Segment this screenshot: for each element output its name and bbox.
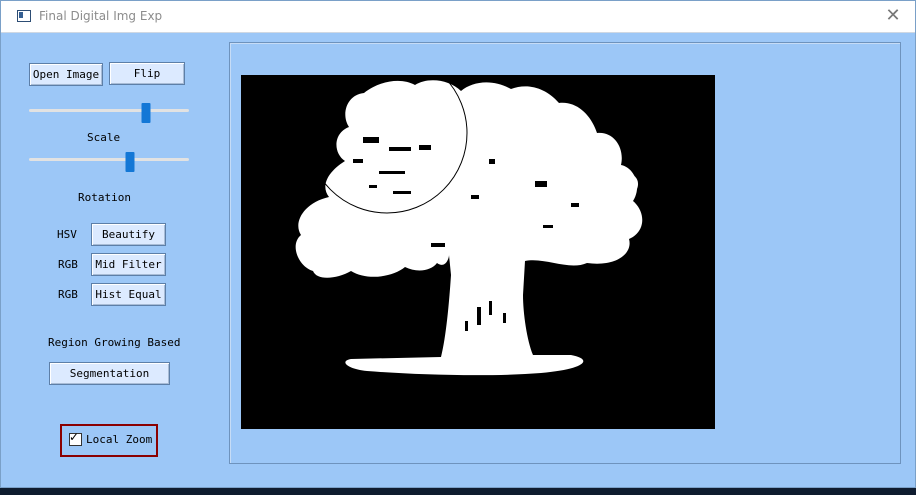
segmentation-heading: Region Growing Based: [48, 336, 181, 349]
scale-slider-thumb[interactable]: [141, 103, 151, 123]
app-window-icon: [17, 10, 31, 22]
mid-filter-button[interactable]: Mid Filter: [91, 253, 166, 276]
window-title: Final Digital Img Exp: [39, 9, 163, 23]
hsv-label: HSV: [57, 228, 77, 241]
rotation-label: Rotation: [78, 191, 131, 204]
beautify-button[interactable]: Beautify: [91, 223, 166, 246]
scale-label: Scale: [87, 131, 121, 144]
scale-slider[interactable]: [29, 103, 189, 123]
scale-slider-track: [29, 109, 189, 112]
local-zoom-label[interactable]: Local Zoom: [86, 433, 152, 446]
close-icon[interactable]: ✕: [881, 5, 905, 27]
image-canvas[interactable]: [241, 75, 715, 429]
rgb-label-mid-filter: RGB: [58, 258, 78, 271]
checkmark-icon: ✓: [69, 430, 80, 444]
hist-equal-button[interactable]: Hist Equal: [91, 283, 166, 306]
flip-button[interactable]: Flip: [109, 62, 185, 85]
rotation-slider[interactable]: [29, 152, 189, 172]
local-zoom-checkbox[interactable]: ✓: [69, 430, 82, 446]
open-image-button[interactable]: Open Image: [29, 63, 103, 86]
rotation-slider-thumb[interactable]: [125, 152, 135, 172]
rgb-label-hist-equal: RGB: [58, 288, 78, 301]
segmentation-button[interactable]: Segmentation: [49, 362, 170, 385]
title-bar: Final Digital Img Exp ✕: [1, 1, 915, 33]
app-window: Final Digital Img Exp ✕ Open Image Flip …: [0, 0, 916, 488]
rotation-slider-track: [29, 158, 189, 161]
